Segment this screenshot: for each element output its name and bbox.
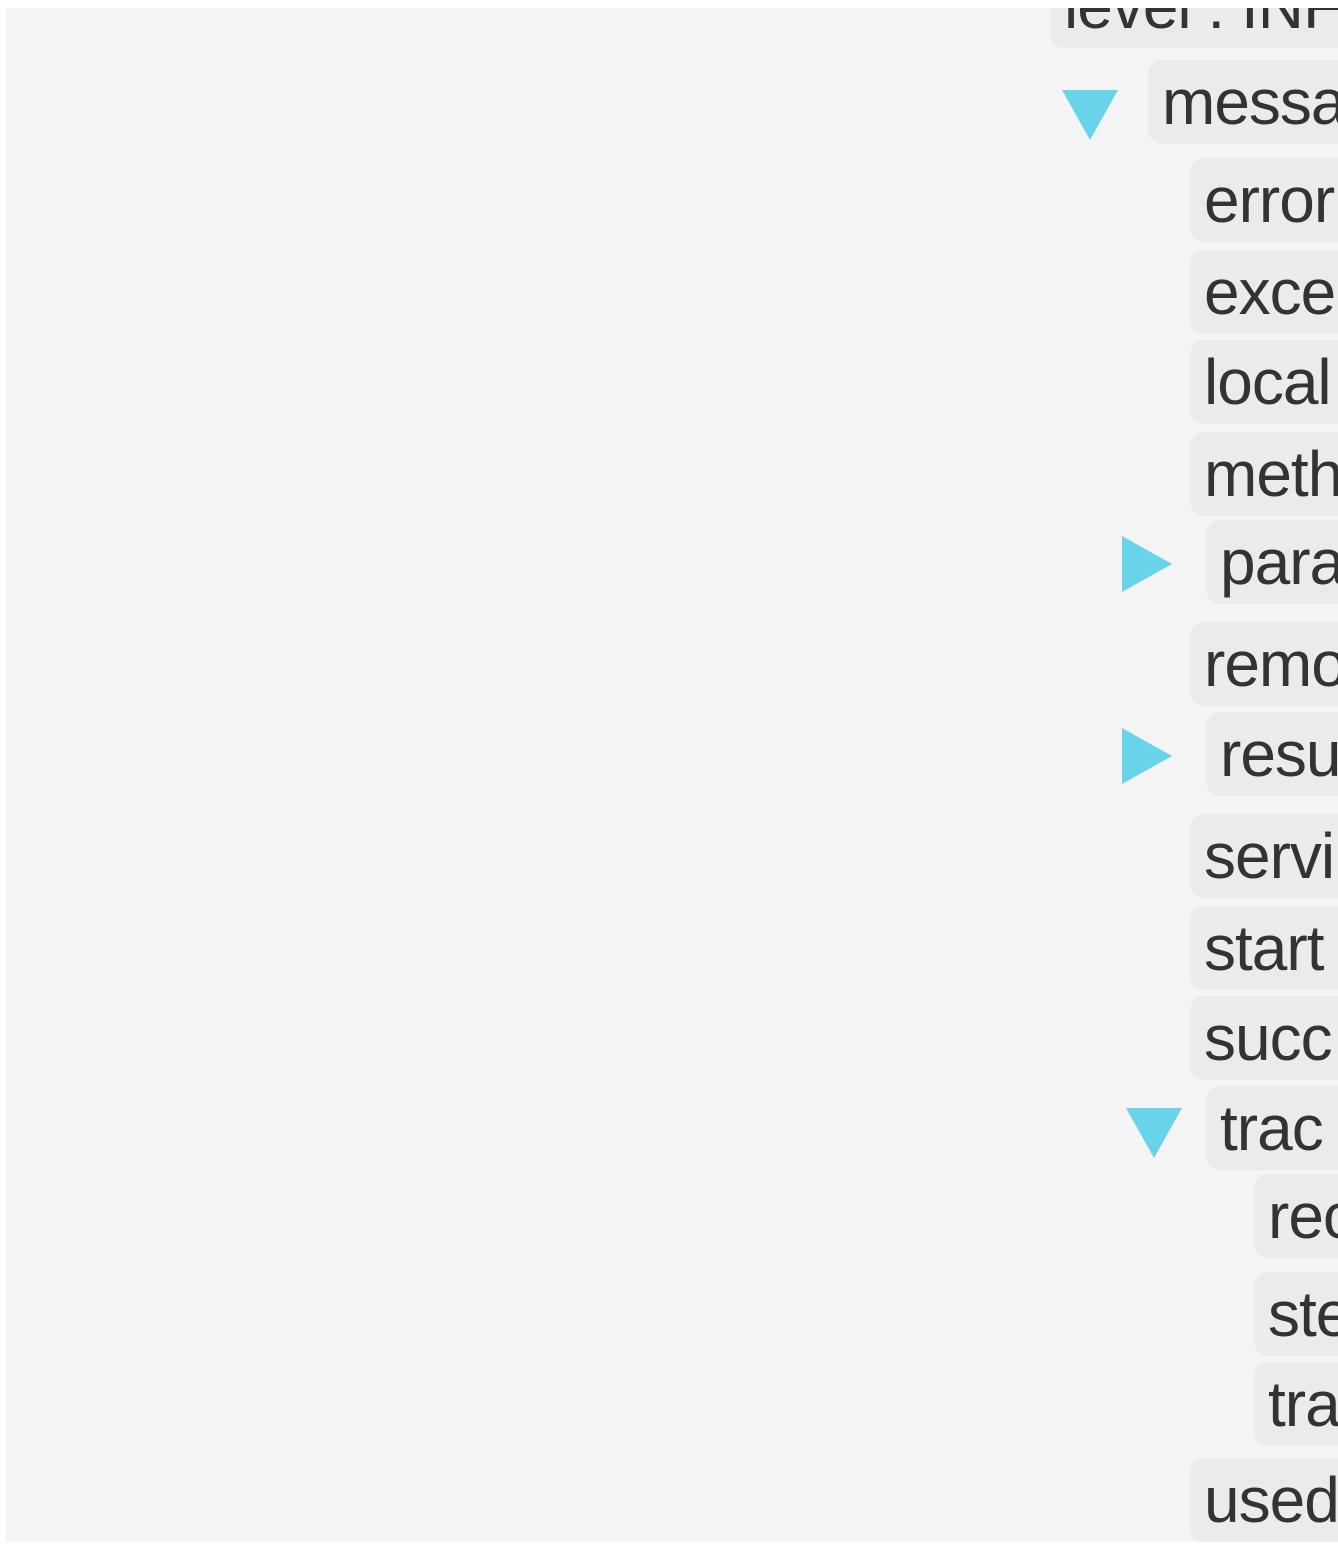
key-remote: remo — [1190, 622, 1338, 706]
key-start: start — [1190, 906, 1338, 990]
caret-right-icon[interactable] — [1122, 728, 1172, 784]
caret-down-icon[interactable] — [1126, 1108, 1182, 1158]
key-result: resu — [1206, 712, 1338, 796]
key-trace-step: ste — [1254, 1272, 1338, 1356]
key-message: messa — [1148, 60, 1338, 144]
caret-down-icon[interactable] — [1062, 90, 1118, 140]
key-error: error — [1190, 158, 1338, 242]
key-trace-req: rec — [1254, 1174, 1338, 1258]
json-tree-viewer: level : INF messa error exce local meth … — [6, 8, 1338, 1542]
key-level: level : INF — [1050, 8, 1338, 48]
key-method: meth — [1190, 432, 1338, 516]
key-trace-tra: tra — [1254, 1362, 1338, 1446]
key-local: local — [1190, 340, 1338, 424]
key-service: servi — [1190, 814, 1338, 898]
caret-right-icon[interactable] — [1122, 536, 1172, 592]
key-params: para — [1206, 520, 1338, 604]
key-trace: trac — [1206, 1086, 1338, 1170]
key-exception: exce — [1190, 250, 1338, 334]
key-used: used — [1190, 1458, 1338, 1542]
key-success: succ — [1190, 996, 1338, 1080]
